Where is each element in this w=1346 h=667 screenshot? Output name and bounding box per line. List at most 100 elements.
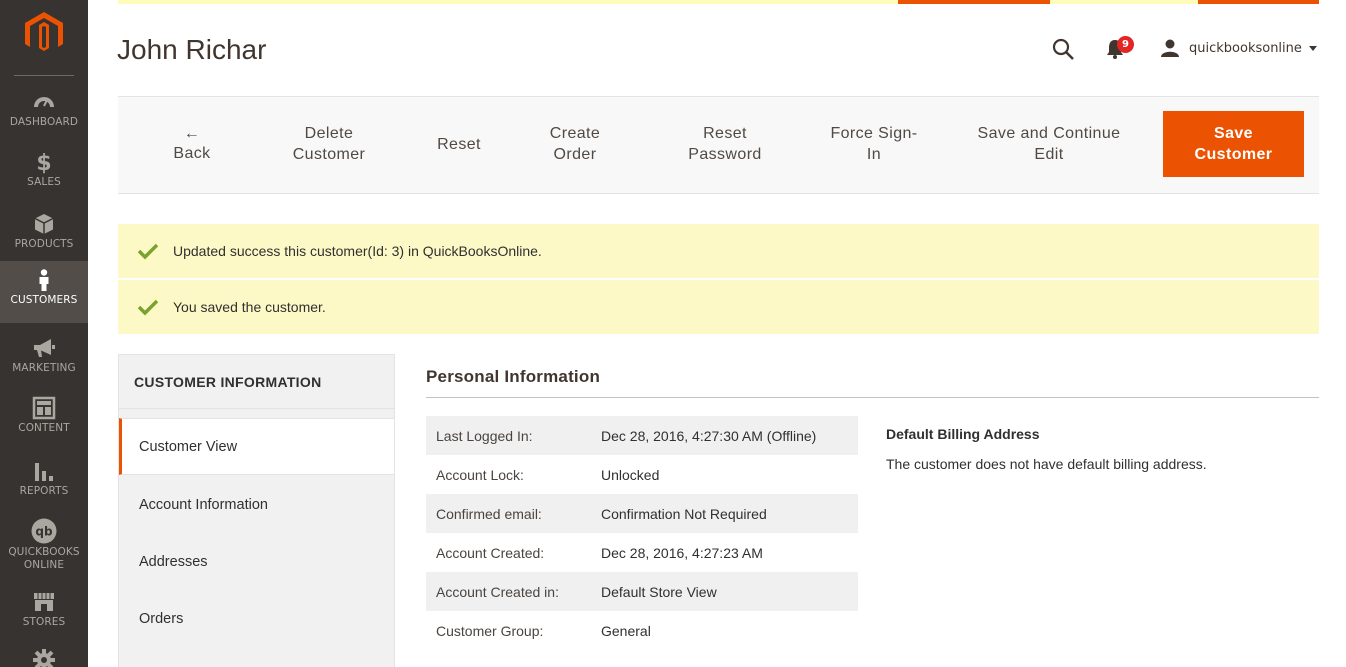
svg-text:$: $ bbox=[36, 151, 51, 174]
sidebar-item-marketing[interactable]: MARKETING bbox=[0, 336, 88, 376]
info-value: Dec 28, 2016, 4:27:30 AM (Offline) bbox=[601, 427, 817, 444]
create-order-label-line2: Order bbox=[553, 146, 597, 163]
chevron-down-icon bbox=[1308, 45, 1317, 51]
info-value: Unlocked bbox=[601, 466, 660, 483]
reset-button-label: Reset bbox=[437, 135, 481, 153]
tab-addresses[interactable]: Addresses bbox=[119, 533, 394, 590]
reset-password-label-line2: Password bbox=[688, 146, 762, 163]
page-actions-toolbar: ← Back Delete Customer Reset Create Orde… bbox=[118, 96, 1319, 194]
reset-button[interactable]: Reset bbox=[418, 111, 500, 177]
info-key: Customer Group: bbox=[436, 622, 544, 639]
admin-user-menu[interactable]: quickbooksonline bbox=[1160, 38, 1317, 58]
message-text: Updated success this customer(Id: 3) in … bbox=[173, 243, 542, 259]
tabs-title: CUSTOMER INFORMATION bbox=[119, 355, 394, 409]
save-customer-label-line1: Save bbox=[1214, 125, 1253, 142]
info-row-customer-group: Customer Group: General bbox=[426, 611, 858, 650]
info-key: Account Lock: bbox=[436, 466, 524, 483]
info-value: General bbox=[601, 622, 651, 639]
sidebar-item-label: MARKETING bbox=[12, 362, 76, 374]
save-and-continue-button[interactable]: Save and Continue Edit bbox=[964, 111, 1134, 177]
tab-account-information[interactable]: Account Information bbox=[119, 476, 394, 533]
info-key: Account Created in: bbox=[436, 583, 559, 600]
tab-label: Account Information bbox=[139, 496, 268, 513]
create-order-button[interactable]: Create Order bbox=[528, 111, 622, 177]
info-value: Default Store View bbox=[601, 583, 717, 600]
info-row-last-logged-in: Last Logged In: Dec 28, 2016, 4:27:30 AM… bbox=[426, 416, 858, 455]
message-text: You saved the customer. bbox=[173, 299, 326, 315]
personal-information-title: Personal Information bbox=[426, 367, 601, 386]
logo-divider bbox=[14, 75, 74, 76]
info-value: Dec 28, 2016, 4:27:23 AM bbox=[601, 544, 763, 561]
delete-customer-button[interactable]: Delete Customer bbox=[272, 111, 386, 177]
page-title: John Richar bbox=[117, 34, 267, 65]
info-row-confirmed-email: Confirmed email: Confirmation Not Requir… bbox=[426, 494, 858, 533]
sidebar-item-label: CUSTOMERS bbox=[10, 294, 78, 306]
info-key: Confirmed email: bbox=[436, 505, 542, 522]
sidebar-item-stores[interactable]: STORES bbox=[0, 590, 88, 630]
info-value: Confirmation Not Required bbox=[601, 505, 767, 522]
section-divider bbox=[426, 397, 1319, 398]
save-customer-label-line2: Customer bbox=[1194, 146, 1273, 163]
admin-sidebar: DASHBOARD $ SALES PRODUCTS CUSTOMERS MAR… bbox=[0, 0, 88, 667]
top-notice-strip bbox=[118, 0, 1319, 4]
layout-icon bbox=[32, 396, 56, 420]
force-sign-in-label-line1: Force Sign- bbox=[830, 125, 918, 142]
info-row-account-created-in: Account Created in: Default Store View bbox=[426, 572, 858, 611]
sidebar-item-customers[interactable]: CUSTOMERS bbox=[0, 261, 88, 323]
back-button-label: Back bbox=[173, 144, 211, 162]
sidebar-item-system[interactable] bbox=[0, 648, 88, 667]
checkmark-icon bbox=[137, 243, 159, 260]
info-row-account-lock: Account Lock: Unlocked bbox=[426, 455, 858, 494]
save-customer-button[interactable]: Save Customer bbox=[1163, 111, 1304, 177]
create-order-label-line1: Create bbox=[549, 125, 601, 142]
strip-accent-left bbox=[898, 0, 1050, 4]
delete-button-label-line1: Delete bbox=[304, 125, 354, 142]
default-billing-address-text: The customer does not have default billi… bbox=[886, 456, 1207, 472]
svg-text:qb: qb bbox=[35, 525, 53, 539]
reset-password-button[interactable]: Reset Password bbox=[668, 111, 782, 177]
sidebar-item-products[interactable]: PRODUCTS bbox=[0, 212, 88, 252]
sidebar-item-label: PRODUCTS bbox=[14, 238, 74, 250]
success-message: Updated success this customer(Id: 3) in … bbox=[118, 224, 1319, 278]
megaphone-icon bbox=[34, 339, 55, 357]
sidebar-item-dashboard[interactable]: DASHBOARD bbox=[0, 90, 88, 130]
sidebar-item-label: REPORTS bbox=[19, 485, 69, 497]
success-message: You saved the customer. bbox=[118, 280, 1319, 334]
cube-icon bbox=[34, 214, 54, 234]
tab-label: Customer View bbox=[139, 438, 238, 455]
arrow-left-icon: ← bbox=[183, 124, 201, 142]
magento-logo-icon[interactable] bbox=[25, 12, 63, 54]
sidebar-item-label: QUICKBOOKS bbox=[8, 546, 80, 558]
sidebar-item-label: STORES bbox=[22, 616, 66, 628]
strip-accent-right bbox=[1198, 0, 1319, 4]
tab-label: Addresses bbox=[139, 553, 208, 570]
back-button[interactable]: ← Back bbox=[158, 111, 226, 177]
dashboard-icon bbox=[34, 97, 54, 107]
sidebar-item-label: SALES bbox=[27, 176, 61, 188]
sidebar-item-sales[interactable]: $ SALES bbox=[0, 150, 88, 190]
reset-password-label-line1: Reset bbox=[703, 125, 747, 142]
sidebar-item-label: DASHBOARD bbox=[9, 116, 79, 128]
dollar-icon: $ bbox=[36, 151, 51, 174]
search-icon[interactable] bbox=[1051, 37, 1075, 61]
customer-information-tabs: CUSTOMER INFORMATION Customer View Accou… bbox=[118, 354, 395, 667]
sidebar-item-quickbooks-online[interactable]: qb QUICKBOOKS ONLINE bbox=[0, 518, 88, 572]
sidebar-item-content[interactable]: CONTENT bbox=[0, 396, 88, 436]
save-continue-label-line2: Edit bbox=[1034, 146, 1064, 163]
user-icon bbox=[1161, 39, 1179, 57]
store-icon bbox=[34, 593, 54, 611]
gear-icon bbox=[33, 649, 55, 667]
sidebar-item-reports[interactable]: REPORTS bbox=[0, 459, 88, 499]
bar-chart-icon bbox=[35, 463, 53, 481]
force-sign-in-button[interactable]: Force Sign- In bbox=[818, 111, 930, 177]
force-sign-in-label-line2: In bbox=[866, 146, 882, 163]
checkmark-icon bbox=[137, 299, 159, 316]
tab-customer-view[interactable]: Customer View bbox=[119, 418, 394, 475]
admin-username: quickbooksonline bbox=[1189, 40, 1302, 56]
sidebar-item-label-line2: ONLINE bbox=[23, 559, 65, 571]
save-continue-label-line1: Save and Continue bbox=[977, 125, 1121, 142]
notification-count-badge[interactable]: 9 bbox=[1117, 36, 1134, 53]
quickbooks-icon: qb bbox=[31, 518, 57, 544]
tab-orders[interactable]: Orders bbox=[119, 590, 394, 647]
delete-button-label-line2: Customer bbox=[292, 146, 366, 163]
